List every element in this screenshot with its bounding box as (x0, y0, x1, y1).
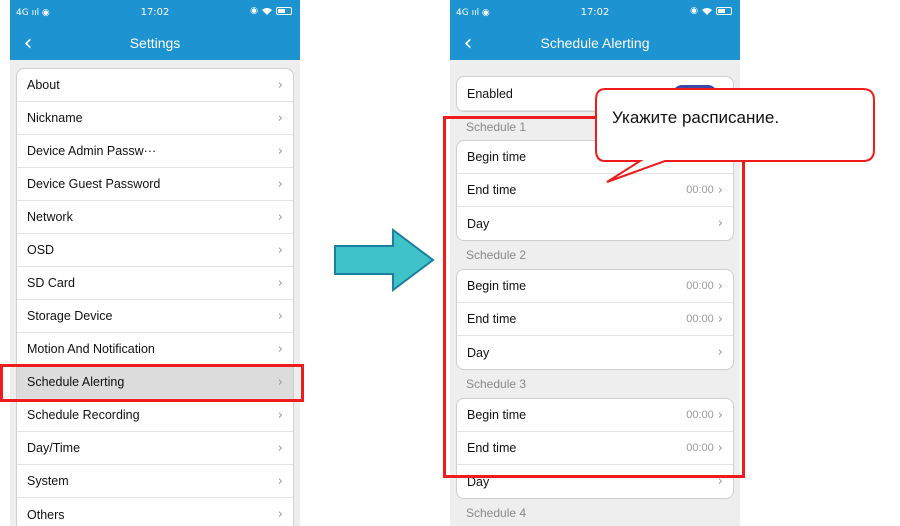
settings-item-nickname[interactable]: Nickname › (17, 102, 293, 135)
nav-bar: ‹ Settings (10, 26, 300, 60)
schedule-2-card: Begin time 00:00 › End time 00:00 › Day › (456, 269, 734, 370)
row-label: End time (467, 183, 517, 197)
item-label: Schedule Alerting (27, 375, 125, 389)
item-label: SD Card (27, 276, 75, 290)
schedule-alerting-screen: 4G ııl ◉ 17:02 ◉ ‹ Schedule Alerting Ena… (450, 0, 740, 526)
schedule-2-day[interactable]: Day › (457, 336, 733, 369)
row-value: 00:00 (686, 184, 714, 196)
status-bar: 4G ııl ◉ 17:02 ◉ (450, 0, 740, 26)
settings-item-about[interactable]: About › (17, 69, 293, 102)
wifi-icon (262, 8, 272, 15)
back-chevron-left-icon[interactable]: ‹ (16, 30, 40, 56)
settings-item-sd-card[interactable]: SD Card › (17, 267, 293, 300)
settings-item-system[interactable]: System › (17, 465, 293, 498)
settings-item-day-time[interactable]: Day/Time › (17, 432, 293, 465)
row-value: 00:00 (686, 313, 714, 325)
chevron-right-icon: › (277, 242, 283, 258)
chevron-right-icon: › (717, 182, 723, 198)
schedule-2-title: Schedule 2 (466, 248, 527, 262)
row-value: 00:00 (686, 280, 714, 292)
row-label: Day (467, 474, 490, 489)
schedule-1-end-time[interactable]: End time 00:00 › (457, 174, 733, 207)
schedule-3-title: Schedule 3 (466, 377, 527, 391)
settings-item-osd[interactable]: OSD › (17, 234, 293, 267)
schedule-2-end-time[interactable]: End time 00:00 › (457, 303, 733, 336)
row-label: End time (467, 441, 517, 455)
settings-item-motion-notification[interactable]: Motion And Notification › (17, 333, 293, 366)
schedule-1-day[interactable]: Day › (457, 207, 733, 240)
row-value: 00:00 (686, 409, 714, 421)
chevron-right-icon: › (277, 176, 283, 192)
schedule-2-begin-time[interactable]: Begin time 00:00 › (457, 270, 733, 303)
chevron-right-icon: › (277, 507, 283, 522)
chevron-right-icon: › (277, 308, 283, 324)
callout-text: Укажите расписание. (612, 108, 780, 127)
right-arrow-icon (334, 228, 435, 292)
item-label: Device Guest Password (27, 177, 161, 191)
item-label: System (27, 474, 69, 488)
chevron-right-icon: › (717, 216, 723, 231)
alarm-icon: ◉ (250, 6, 258, 16)
battery-icon (276, 7, 292, 15)
chevron-right-icon: › (277, 209, 283, 225)
back-chevron-left-icon[interactable]: ‹ (456, 30, 480, 56)
page-title: Schedule Alerting (540, 35, 650, 51)
settings-item-schedule-recording[interactable]: Schedule Recording › (17, 399, 293, 432)
chevron-right-icon: › (717, 311, 723, 327)
item-label: Day/Time (27, 441, 81, 455)
chevron-right-icon: › (277, 440, 283, 456)
item-label: Nickname (27, 111, 83, 125)
chevron-right-icon: › (277, 473, 283, 489)
settings-item-guest-password[interactable]: Device Guest Password › (17, 168, 293, 201)
schedule-3-end-time[interactable]: End time 00:00 › (457, 432, 733, 465)
chevron-right-icon: › (717, 345, 723, 360)
chevron-right-icon: › (277, 143, 283, 159)
item-label: Device Admin Passw··· (27, 144, 157, 158)
schedule-3-begin-time[interactable]: Begin time 00:00 › (457, 399, 733, 432)
item-label: Others (27, 507, 65, 522)
status-icons: ◉ (690, 6, 732, 16)
chevron-right-icon: › (717, 440, 723, 456)
chevron-right-icon: › (717, 278, 723, 294)
chevron-right-icon: › (277, 275, 283, 291)
settings-list: About › Nickname › Device Admin Passw··· › … (16, 68, 294, 526)
status-bar: 4G ııl ◉ 17:02 ◉ (10, 0, 300, 26)
item-label: Storage Device (27, 309, 113, 323)
settings-item-others[interactable]: Others › (17, 498, 293, 526)
row-label: Begin time (467, 279, 527, 293)
row-label: Day (467, 345, 490, 360)
row-label: End time (467, 312, 517, 326)
chevron-right-icon: › (277, 77, 283, 93)
chevron-right-icon: › (277, 407, 283, 423)
item-label: About (27, 78, 60, 92)
wifi-icon (702, 8, 712, 15)
chevron-right-icon: › (717, 474, 723, 489)
schedule-4-title: Schedule 4 (466, 506, 527, 520)
chevron-right-icon: › (277, 374, 283, 390)
settings-item-schedule-alerting[interactable]: Schedule Alerting › (17, 366, 293, 399)
schedule-3-day[interactable]: Day › (457, 465, 733, 498)
chevron-right-icon: › (277, 341, 283, 357)
item-label: Motion And Notification (27, 342, 155, 356)
settings-screen: 4G ııl ◉ 17:02 ◉ ‹ Settings About › Nickn… (10, 0, 300, 526)
row-value: 00:00 (686, 442, 714, 454)
page-title: Settings (129, 35, 181, 51)
settings-item-admin-password[interactable]: Device Admin Passw··· › (17, 135, 293, 168)
row-label: Begin time (467, 408, 527, 422)
status-icons: ◉ (250, 6, 292, 16)
settings-item-network[interactable]: Network › (17, 201, 293, 234)
item-label: Schedule Recording (27, 408, 140, 422)
chevron-right-icon: › (717, 407, 723, 423)
row-label: Day (467, 216, 490, 231)
chevron-right-icon: › (277, 110, 283, 126)
alarm-icon: ◉ (690, 6, 698, 16)
battery-icon (716, 7, 732, 15)
nav-bar: ‹ Schedule Alerting (450, 26, 740, 60)
item-label: Network (27, 210, 73, 224)
schedule-3-card: Begin time 00:00 › End time 00:00 › Day › (456, 398, 734, 499)
settings-item-storage-device[interactable]: Storage Device › (17, 300, 293, 333)
item-label: OSD (27, 243, 55, 257)
